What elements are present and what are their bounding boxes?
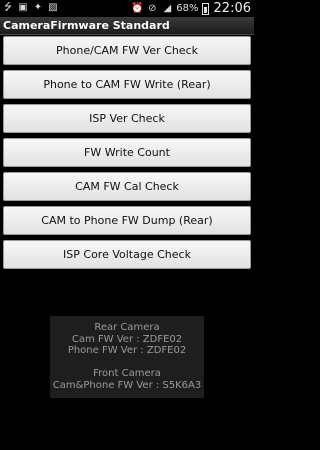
rear-cam-fw-version: Cam FW Ver : ZDFE02 — [71, 333, 183, 345]
phone-cam-fw-ver-check-button[interactable]: Phone/CAM FW Ver Check — [3, 36, 251, 65]
button-list: Phone/CAM FW Ver Check Phone to CAM FW W… — [3, 35, 251, 269]
system-icons: ⏰ ⊘ ◢ 68% 22:06 — [131, 1, 251, 16]
status-bar: ⭍ ▣ ✦ ▨ ⏰ ⊘ ◢ 68% 22:06 — [0, 0, 254, 17]
front-camera-heading: Front Camera — [93, 368, 161, 379]
bug-icon: ✦ — [33, 2, 43, 13]
phone-to-cam-fw-write-rear-button[interactable]: Phone to CAM FW Write (Rear) — [3, 70, 251, 99]
image-icon: ▨ — [48, 2, 58, 13]
front-fw-version: Cam&Phone FW Ver : S5K6A3 — [52, 379, 202, 391]
rear-phone-fw-version: Phone FW Ver : ZDFE02 — [67, 345, 187, 356]
fw-write-count-button[interactable]: FW Write Count — [3, 138, 251, 167]
battery-percent: 68% — [176, 3, 199, 14]
clock: 22:06 — [213, 1, 251, 16]
rear-camera-heading: Rear Camera — [94, 322, 160, 333]
alarm-icon: ⏰ — [131, 2, 144, 14]
silent-icon: ⊘ — [148, 2, 157, 14]
isp-ver-check-button[interactable]: ISP Ver Check — [3, 104, 251, 133]
battery-icon — [201, 2, 209, 15]
app-title: CameraFirmware Standard — [0, 17, 254, 35]
isp-core-voltage-check-button[interactable]: ISP Core Voltage Check — [3, 240, 251, 269]
signal-icon: ◢ — [163, 2, 172, 14]
camera-icon: ▣ — [18, 2, 28, 13]
notification-icons: ⭍ ▣ ✦ ▨ — [2, 2, 59, 14]
firmware-info-panel: Rear Camera Cam FW Ver : ZDFE02 Phone FW… — [50, 316, 204, 398]
cam-to-phone-fw-dump-rear-button[interactable]: CAM to Phone FW Dump (Rear) — [3, 206, 251, 235]
cam-fw-cal-check-button[interactable]: CAM FW Cal Check — [3, 172, 251, 201]
usb-icon: ⭍ — [3, 2, 13, 13]
